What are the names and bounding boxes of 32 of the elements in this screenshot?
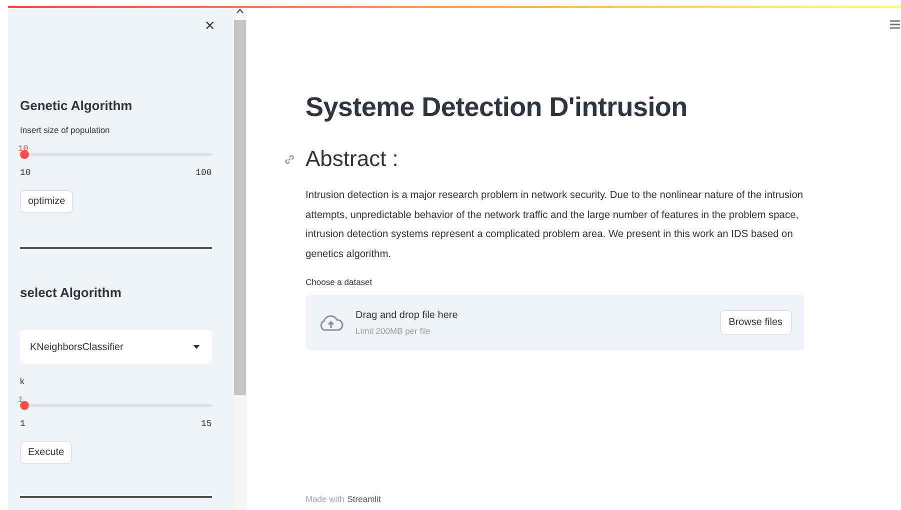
scrollbar[interactable] bbox=[234, 8, 247, 510]
slider-thumb[interactable] bbox=[20, 150, 29, 159]
caret-icon bbox=[192, 345, 200, 349]
scrollbar-thumb[interactable] bbox=[234, 20, 246, 395]
file-size-limit: Limit 200MB per file bbox=[356, 326, 432, 336]
file-dropzone[interactable]: Drag and drop file here Limit 200MB per file Browse files bbox=[306, 295, 804, 350]
link-icon[interactable] bbox=[284, 154, 294, 164]
slider-thumb[interactable] bbox=[20, 401, 29, 410]
slider-max: 100 bbox=[196, 168, 212, 178]
abstract-paragraph: Intrusion detection is a major research problem in network security. Due to the nonlinear nature of the intrusion attempts, unpredictable behavior of the network traffic and the large number of features in the problem space, intrusion detection systems represent a complicated problem area. We present in this work an IDS based on genetics algorithm. bbox=[306, 189, 804, 262]
page-title: Systeme Detection D'intrusion bbox=[306, 92, 688, 123]
menu-icon[interactable] bbox=[890, 20, 900, 29]
cloud-upload-icon bbox=[318, 314, 344, 332]
close-button[interactable]: × bbox=[204, 16, 215, 36]
action-button[interactable]: optimize bbox=[20, 190, 74, 213]
section-heading: select Algorithm bbox=[20, 285, 122, 300]
footer-link[interactable]: Streamlit bbox=[347, 494, 381, 504]
slider-label: Insert size of population bbox=[20, 125, 111, 135]
uploader-label: Choose a dataset bbox=[306, 277, 374, 287]
slider-value: 1 bbox=[18, 395, 24, 405]
section-heading: Abstract : bbox=[306, 146, 398, 172]
slider-min: 10 bbox=[20, 168, 31, 178]
algorithm-dropdown[interactable]: KNeighborsClassifier bbox=[20, 330, 212, 364]
slider-label: k bbox=[20, 376, 26, 386]
section-heading: Genetic Algorithm bbox=[20, 98, 132, 113]
scroll-up-icon[interactable] bbox=[236, 8, 244, 14]
footer-text: Made with bbox=[306, 494, 344, 504]
slider-min: 1 bbox=[20, 419, 26, 429]
dropzone-prompt: Drag and drop file here bbox=[356, 310, 459, 320]
browse-files-button[interactable]: Browse files bbox=[720, 310, 792, 335]
action-button[interactable]: Execute bbox=[20, 441, 72, 464]
slider-max: 15 bbox=[200, 419, 212, 429]
